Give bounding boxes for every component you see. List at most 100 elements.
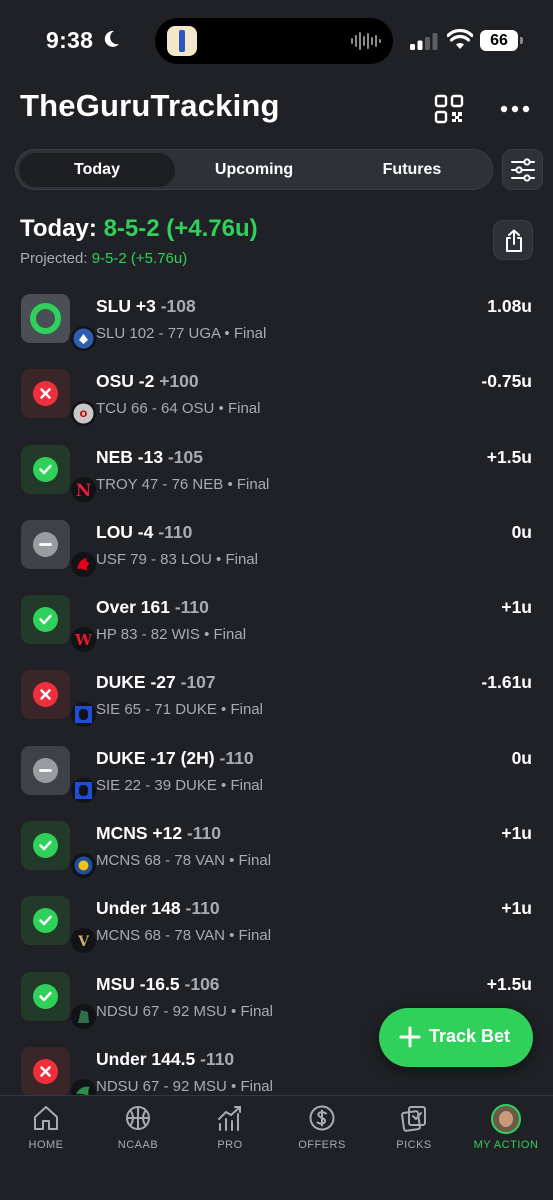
bet-status-box [21, 745, 98, 805]
minus-icon [33, 757, 58, 783]
game-score: NDSU 67 - 92 MSU • Final [96, 1077, 273, 1095]
track-bet-button[interactable]: Track Bet [379, 1008, 533, 1067]
bet-odds: +100 [159, 371, 199, 392]
nav-ncaab[interactable]: NCAAB [92, 1104, 184, 1151]
bet-row[interactable]: N NEB -13 -105 TROY 47 - 76 NEB • Final +1.… [0, 439, 553, 514]
duke-logo-icon [69, 700, 98, 730]
bet-odds: -110 [219, 747, 254, 768]
bet-selection: MCNS +12 [96, 823, 183, 844]
game-score: MCNS 68 - 78 VAN • Final [96, 927, 272, 945]
pro-chart-icon [218, 1106, 241, 1131]
bet-status-box: N [21, 444, 98, 504]
svg-text:V: V [77, 934, 90, 950]
bet-status-box: W [21, 595, 98, 655]
game-score: SIE 65 - 71 DUKE • Final [96, 701, 263, 719]
svg-text:W: W [74, 631, 93, 649]
bet-odds: -110 [158, 521, 193, 542]
bet-row[interactable]: SLU +3 -108 SLU 102 - 77 UGA • Final 1.08u [0, 288, 553, 363]
bet-status-box [21, 670, 98, 730]
bet-selection: OSU -2 [96, 371, 155, 392]
bet-row[interactable]: DUKE -17 (2H) -110 SIE 22 - 39 DUKE • Fin… [0, 740, 553, 815]
cellular-signal-icon [410, 33, 438, 50]
check-icon [33, 833, 58, 859]
bet-status-box [21, 1046, 98, 1096]
bet-row[interactable]: O OSU -2 +100 TCU 66 - 64 OSU • Final -0.75… [0, 363, 553, 438]
bet-status-box [21, 519, 98, 579]
bet-selection: DUKE -17 (2H) [96, 747, 215, 768]
battery-indicator: 66 [480, 30, 523, 51]
audio-wave-icon [351, 32, 381, 50]
tab-upcoming[interactable]: Upcoming [176, 153, 332, 187]
bet-selection: MSU -16.5 [96, 973, 180, 994]
today-record: 8-5-2 (+4.76u) [103, 215, 258, 242]
bet-row[interactable]: W Over 161 -110 HP 83 - 82 WIS • Final +1u [0, 589, 553, 664]
svg-text:O: O [80, 410, 88, 420]
bet-row[interactable]: V Under 148 -110 MCNS 68 - 78 VAN • Final +… [0, 890, 553, 965]
nav-picks-label: PICKS [396, 1139, 432, 1151]
bet-selection: Under 148 [96, 898, 181, 919]
duke-logo-icon [69, 775, 98, 805]
bet-units: +1u [501, 823, 532, 844]
bet-line: LOU -4 -110 [96, 522, 192, 543]
nav-pro[interactable]: PRO [184, 1104, 276, 1151]
svg-text:N: N [76, 481, 92, 500]
bet-line: DUKE -27 -107 [96, 672, 216, 693]
tab-bar: Today Upcoming Futures [15, 149, 493, 190]
van-logo-icon: V [69, 926, 98, 956]
nav-home-label: HOME [28, 1139, 64, 1151]
nav-home[interactable]: HOME [0, 1104, 92, 1151]
bet-units: +1.5u [486, 973, 532, 994]
dynamic-island [155, 18, 393, 64]
nav-my-action-label: MY ACTION [473, 1139, 539, 1151]
basketball-icon [126, 1106, 150, 1130]
bet-status-box [21, 821, 98, 881]
nav-offers[interactable]: OFFERS [276, 1104, 368, 1151]
picks-icon [401, 1106, 426, 1132]
avatar [491, 1104, 521, 1134]
status-time: 9:38 [46, 27, 94, 53]
projected-label: Projected: [20, 250, 88, 267]
home-icon [34, 1106, 58, 1130]
bet-selection: Over 161 [96, 597, 170, 618]
bet-row[interactable]: LOU -4 -110 USF 79 - 83 LOU • Final 0u [0, 514, 553, 589]
projected-record: 9-5-2 (+5.76u) [91, 250, 188, 267]
lou-logo-icon [69, 549, 98, 579]
bet-status-box [21, 971, 98, 1031]
minus-icon [33, 531, 58, 557]
bet-odds: -110 [185, 898, 220, 919]
tab-futures[interactable]: Futures [334, 153, 490, 187]
wifi-icon [447, 29, 473, 49]
bet-odds: -110 [186, 823, 222, 844]
bet-odds: -110 [174, 597, 209, 618]
qr-code-icon[interactable] [434, 94, 464, 124]
nav-pro-label: PRO [217, 1139, 243, 1151]
game-score: SIE 22 - 39 DUKE • Final [96, 776, 263, 794]
x-icon [33, 381, 58, 407]
status-bar: 9:38 66 [0, 0, 553, 84]
bet-line: Under 148 -110 [96, 898, 220, 919]
bet-line: Under 144.5 -110 [96, 1049, 234, 1070]
tab-today[interactable]: Today [19, 153, 175, 187]
nav-my-action[interactable]: MY ACTION [460, 1104, 552, 1151]
bet-status-box: O [21, 369, 98, 429]
bet-selection: LOU -4 [96, 521, 154, 542]
bet-units: 0u [511, 747, 532, 768]
projected-summary: Projected: 9-5-2 (+5.76u) [20, 250, 187, 267]
app-icon [167, 26, 197, 56]
more-options-icon[interactable] [498, 98, 532, 120]
wis-logo-icon: W [69, 625, 98, 655]
game-score: USF 79 - 83 LOU • Final [96, 550, 258, 568]
bet-row[interactable]: MCNS +12 -110 MCNS 68 - 78 VAN • Final +1u [0, 815, 553, 890]
bet-row[interactable]: DUKE -27 -107 SIE 65 - 71 DUKE • Final -1.… [0, 664, 553, 739]
game-score: HP 83 - 82 WIS • Final [96, 626, 247, 644]
check-icon [33, 908, 58, 934]
nav-picks[interactable]: PICKS [368, 1104, 460, 1151]
share-button[interactable] [493, 220, 533, 260]
pending-ring-icon [30, 303, 61, 334]
filter-button[interactable] [502, 149, 543, 190]
bet-selection: Under 144.5 [96, 1048, 196, 1069]
ndsu-logo-icon [69, 1076, 98, 1096]
bet-odds: -105 [167, 446, 204, 467]
bet-units: 0u [511, 521, 532, 542]
bet-list: SLU +3 -108 SLU 102 - 77 UGA • Final 1.08u… [0, 288, 553, 1096]
